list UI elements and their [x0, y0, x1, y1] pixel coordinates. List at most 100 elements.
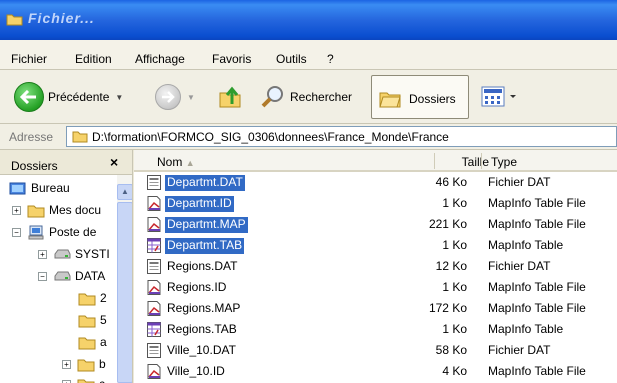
file-size: 172 Ko	[428, 301, 467, 315]
tree-item-label: DATA	[75, 269, 106, 283]
mapinfo-file-icon	[146, 195, 162, 212]
folders-pane-title: Dossiers	[11, 159, 58, 173]
tree-item-folder-a[interactable]: a	[78, 331, 107, 353]
file-row[interactable]: Regions.TAB 1 Ko MapInfo Table	[134, 319, 617, 340]
mapinfo-file-icon	[146, 363, 162, 380]
menu-favoris[interactable]: Favoris	[212, 52, 251, 66]
folders-scrollbar[interactable]: ▲	[117, 175, 132, 383]
up-folder-button[interactable]	[217, 77, 243, 117]
file-type: MapInfo Table File	[488, 301, 586, 315]
mapinfo-file-icon	[146, 216, 162, 233]
file-size: 58 Ko	[435, 343, 467, 357]
expand-icon[interactable]: +	[62, 379, 71, 383]
chevron-down-icon[interactable]: ▼	[187, 93, 195, 102]
file-row[interactable]: Regions.DAT 12 Ko Fichier DAT	[134, 256, 617, 277]
dat-file-icon	[146, 258, 162, 275]
column-name-header[interactable]: Nom ▲	[157, 155, 195, 169]
up-folder-icon	[219, 86, 241, 108]
file-row[interactable]: Regions.ID 1 Ko MapInfo Table File	[134, 277, 617, 298]
menu-fichier[interactable]: Fichier	[11, 52, 47, 66]
folder-icon	[77, 359, 95, 371]
search-button[interactable]: Rechercher	[260, 77, 352, 117]
file-type: Fichier DAT	[488, 259, 551, 273]
folder-icon	[6, 14, 23, 26]
tree-item-folder-2[interactable]: 2	[78, 287, 107, 309]
back-button[interactable]: Précédente ▼	[14, 77, 123, 117]
chevron-down-icon[interactable]: ▼	[115, 93, 123, 102]
tree-item-mes-documents[interactable]: + Mes docu	[12, 199, 101, 221]
tree-item-bureau[interactable]: Bureau	[9, 177, 70, 199]
expand-icon[interactable]: +	[38, 249, 47, 259]
forward-arrow-icon	[155, 84, 181, 110]
file-name: Regions.MAP	[167, 301, 241, 315]
tree-item-label: 5	[100, 313, 107, 327]
drive-icon	[54, 271, 71, 280]
file-row[interactable]: Departmt.TAB 1 Ko MapInfo Table	[134, 235, 617, 256]
column-type-header[interactable]: Type	[491, 155, 517, 169]
folders-pane: Dossiers × Bureau + Mes docu − Poste de …	[0, 150, 133, 383]
file-row[interactable]: Regions.MAP 172 Ko MapInfo Table File	[134, 298, 617, 319]
mapinfo-file-icon	[146, 279, 162, 296]
file-row[interactable]: Ville_10.DAT 58 Ko Fichier DAT	[134, 340, 617, 361]
drive-icon	[54, 249, 71, 258]
address-bar: Adresse D:\formation\FORMCO_SIG_0306\don…	[0, 124, 617, 150]
forward-button[interactable]: ▼	[155, 77, 195, 117]
address-label: Adresse	[9, 130, 54, 144]
file-size: 12 Ko	[435, 259, 467, 273]
file-size: 1 Ko	[442, 196, 467, 210]
menu-edition[interactable]: Edition	[75, 52, 112, 66]
title-bar[interactable]: Fichier...	[0, 0, 617, 40]
file-name: Ville_10.DAT	[167, 343, 236, 357]
file-size: 4 Ko	[442, 364, 467, 378]
menu-affichage[interactable]: Affichage	[135, 52, 185, 66]
computer-icon	[28, 225, 44, 239]
dat-file-icon	[146, 174, 162, 191]
file-name: Departmt.MAP	[165, 217, 248, 233]
column-divider[interactable]	[434, 153, 435, 169]
back-button-label: Précédente	[48, 90, 110, 104]
folder-icon	[27, 205, 45, 217]
file-type: MapInfo Table	[488, 322, 564, 336]
column-divider[interactable]	[481, 153, 482, 169]
tree-item-poste-de-travail[interactable]: − Poste de	[12, 221, 96, 243]
folder-icon	[78, 315, 96, 327]
file-list: Departmt.DAT 46 Ko Fichier DAT Departmt.ID 1…	[134, 172, 617, 383]
file-type: MapInfo Table	[488, 238, 564, 252]
expand-icon[interactable]: +	[12, 205, 21, 215]
expand-icon[interactable]: +	[62, 359, 71, 369]
folders-button-label: Dossiers	[409, 92, 456, 106]
window-title: Fichier...	[28, 10, 95, 26]
menu-outils[interactable]: Outils	[276, 52, 307, 66]
file-row[interactable]: Departmt.MAP 221 Ko MapInfo Table File	[134, 214, 617, 235]
collapse-icon[interactable]: −	[12, 227, 21, 237]
scroll-up-icon[interactable]: ▲	[117, 184, 132, 200]
tree-item-folder-b[interactable]: + b	[62, 353, 106, 375]
views-icon	[481, 86, 516, 107]
address-input[interactable]: D:\formation\FORMCO_SIG_0306\donnees\Fra…	[66, 126, 617, 147]
mapinfo-table-icon	[146, 237, 162, 254]
scrollbar-thumb[interactable]	[117, 202, 132, 383]
file-row[interactable]: Departmt.ID 1 Ko MapInfo Table File	[134, 193, 617, 214]
close-icon[interactable]: ×	[110, 154, 118, 170]
file-row[interactable]: Ville_10.ID 4 Ko MapInfo Table File	[134, 361, 617, 382]
tree-item-data-drive[interactable]: − DATA	[38, 265, 105, 287]
tree-item-system-drive[interactable]: + SYSTI	[38, 243, 110, 265]
tree-item-folder-5[interactable]: 5	[78, 309, 107, 331]
desktop-icon	[9, 182, 26, 194]
file-type: MapInfo Table File	[488, 280, 586, 294]
mapinfo-file-icon	[146, 300, 162, 317]
views-button[interactable]	[478, 82, 528, 112]
folders-button[interactable]: Dossiers	[371, 75, 469, 119]
file-name: Regions.ID	[167, 280, 227, 294]
menu-help[interactable]: ?	[327, 52, 334, 66]
tree-item-label: b	[99, 357, 106, 371]
tree-item-label: 2	[100, 291, 107, 305]
collapse-icon[interactable]: −	[38, 271, 47, 281]
file-name: Departmt.ID	[165, 196, 234, 212]
file-type: Fichier DAT	[488, 343, 551, 357]
file-type: MapInfo Table File	[488, 364, 586, 378]
folder-icon	[72, 131, 88, 143]
tree-item-folder-c[interactable]: + c	[62, 373, 105, 383]
file-row[interactable]: Departmt.DAT 46 Ko Fichier DAT	[134, 172, 617, 193]
folder-icon	[77, 379, 95, 383]
